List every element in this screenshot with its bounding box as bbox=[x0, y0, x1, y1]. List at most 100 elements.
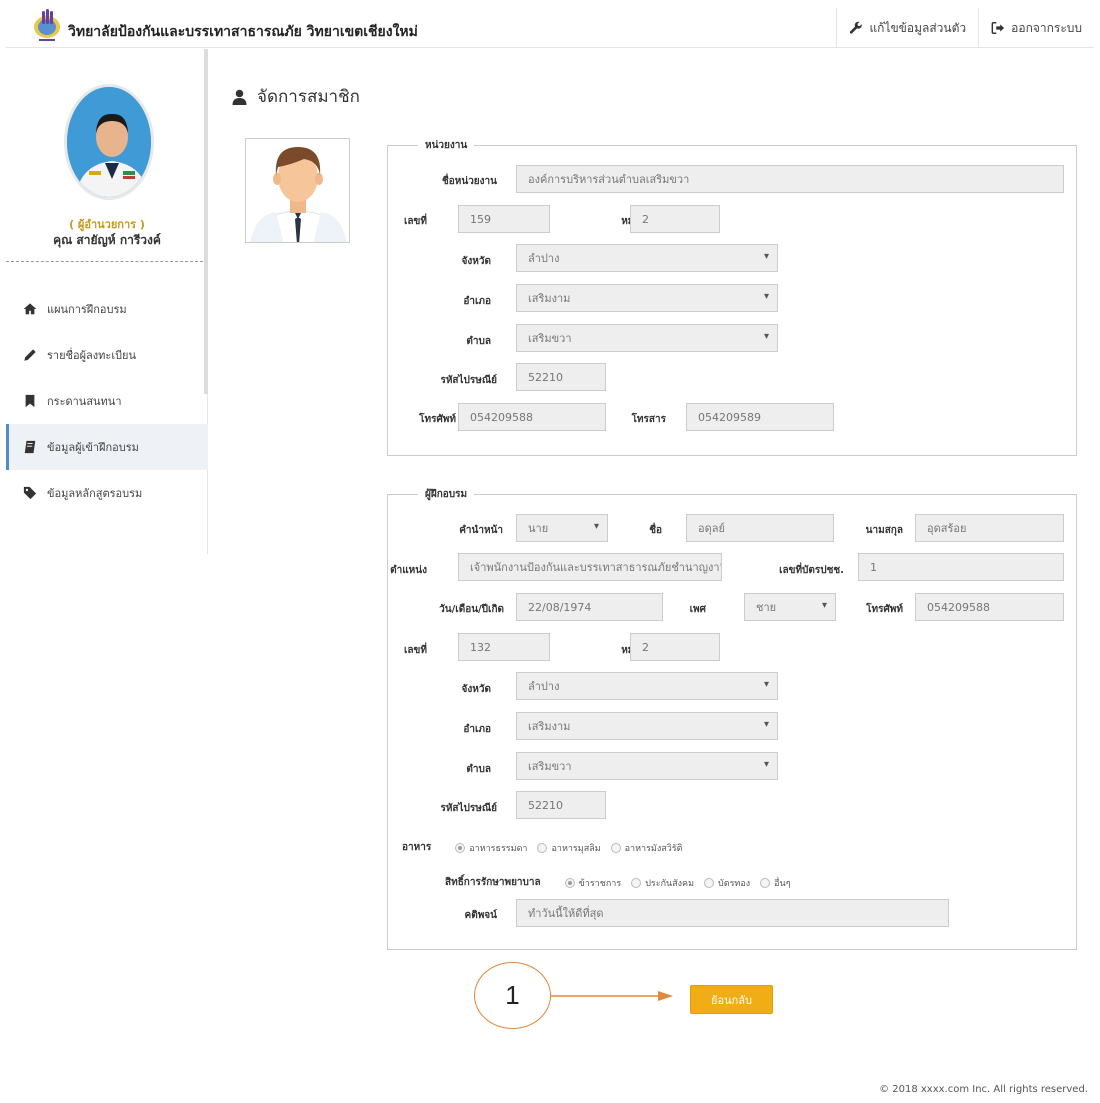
member-photo bbox=[245, 138, 350, 243]
radio-unselected bbox=[760, 877, 771, 888]
idcard-field[interactable]: 1 bbox=[858, 553, 1064, 581]
annotation-arrow bbox=[551, 991, 673, 1001]
user-icon bbox=[232, 89, 247, 105]
food-option-regular[interactable]: อาหารธรรมดา bbox=[455, 841, 527, 855]
agency-district-select[interactable]: เสริมงาม bbox=[516, 284, 778, 312]
food-option-vegetarian[interactable]: อาหารมังสวิรัติ bbox=[610, 841, 683, 855]
agency-district-label: อำเภอ bbox=[463, 296, 491, 307]
medical-option-gold-card[interactable]: บัตรทอง bbox=[704, 876, 750, 890]
prefix-select[interactable]: นาย bbox=[516, 514, 608, 542]
sidebar-item-label: ข้อมูลผู้เข้าฝึกอบรม bbox=[47, 441, 139, 454]
top-navbar: วิทยาลัยป้องกันและบรรเทาสาธารณภัย วิทยาเ… bbox=[6, 8, 1094, 48]
agency-fax-label: โทรสาร bbox=[631, 414, 666, 425]
agency-phone-field[interactable]: 054209588 bbox=[458, 403, 606, 431]
footer-copyright: © 2018 xxxx.com Inc. All rights reserved… bbox=[879, 1084, 1088, 1095]
radio-label: อาหารมังสวิรัติ bbox=[624, 843, 683, 854]
user-avatar bbox=[64, 84, 154, 200]
trainee-legend: ผู้ฝึกอบรม bbox=[418, 487, 475, 502]
gender-label: เพศ bbox=[689, 604, 706, 615]
radio-selected bbox=[564, 877, 575, 888]
sidebar-scrollbar[interactable] bbox=[204, 49, 208, 394]
sidebar-item-forum[interactable]: กระดานสนทนา bbox=[6, 378, 208, 424]
sidebar-item-registrants[interactable]: รายชื่อผู้ลงทะเบียน bbox=[6, 332, 208, 378]
agency-house-no-field[interactable]: 159 bbox=[458, 205, 550, 233]
sidebar-item-label: แผนการฝึกอบรม bbox=[47, 303, 127, 316]
trainee-subdistrict-select[interactable]: เสริมขวา bbox=[516, 752, 778, 780]
position-field[interactable]: เจ้าพนักงานป้องกันและบรรเทาสาธารณภัยชำนา… bbox=[458, 553, 722, 581]
home-icon bbox=[23, 303, 37, 315]
dob-label: วัน/เดือน/ปีเกิด bbox=[439, 604, 504, 615]
agency-postcode-field[interactable]: 52210 bbox=[516, 363, 606, 391]
sidebar-item-courses[interactable]: ข้อมูลหลักสูตรอบรม bbox=[6, 470, 208, 516]
prefix-label: คำนำหน้า bbox=[459, 525, 503, 536]
edit-profile-label: แก้ไขข้อมูลส่วนตัว bbox=[869, 20, 967, 35]
position-label: ตำแหน่ง bbox=[390, 565, 427, 576]
tag-icon bbox=[23, 486, 37, 500]
trainee-province-label: จังหวัด bbox=[461, 684, 491, 695]
agency-postcode-label: รหัสไปรษณีย์ bbox=[440, 375, 497, 386]
medical-option-social-security[interactable]: ประกันสังคม bbox=[631, 876, 694, 890]
gender-select[interactable]: ชาย bbox=[744, 593, 836, 621]
agency-moo-field[interactable]: 2 bbox=[630, 205, 720, 233]
trainee-house-no-label: เลขที่ bbox=[404, 645, 427, 656]
site-title: วิทยาลัยป้องกันและบรรเทาสาธารณภัย วิทยาเ… bbox=[68, 24, 418, 40]
food-label: อาหาร bbox=[402, 842, 432, 853]
medical-option-other[interactable]: อื่นๆ bbox=[760, 876, 791, 890]
agency-name-field[interactable]: องค์การบริหารส่วนตำบลเสริมขวา bbox=[516, 165, 1064, 193]
radio-label: อาหารมุสลิม bbox=[551, 843, 601, 854]
food-radio-group: อาหาร อาหารธรรมดา อาหารมุสลิม อาหารมังสว… bbox=[402, 840, 686, 855]
agency-legend: หน่วยงาน bbox=[418, 138, 475, 153]
agency-house-no-label: เลขที่ bbox=[404, 216, 427, 227]
page: วิทยาลัยป้องกันและบรรเทาสาธารณภัย วิทยาเ… bbox=[0, 0, 1100, 1103]
motto-label: คติพจน์ bbox=[464, 910, 497, 921]
agency-phone-label: โทรศัพท์ bbox=[419, 414, 456, 425]
agency-fieldset: หน่วยงาน ชื่อหน่วยงาน องค์การบริหารส่วนต… bbox=[387, 138, 1077, 456]
sidebar: ( ผู้อำนวยการ ) คุณ สายัญห์ การีวงค์ แผน… bbox=[6, 49, 208, 554]
edit-profile-button[interactable]: แก้ไขข้อมูลส่วนตัว bbox=[836, 8, 978, 48]
sidebar-item-label: กระดานสนทนา bbox=[47, 395, 122, 408]
sign-out-icon bbox=[991, 22, 1005, 34]
firstname-label: ชื่อ bbox=[649, 525, 662, 536]
radio-label: ประกันสังคม bbox=[645, 878, 695, 889]
trainee-moo-field[interactable]: 2 bbox=[630, 633, 720, 661]
page-heading: จัดการสมาชิก bbox=[232, 83, 360, 110]
radio-unselected bbox=[704, 877, 715, 888]
trainee-postcode-field[interactable]: 52210 bbox=[516, 791, 606, 819]
agency-province-label: จังหวัด bbox=[461, 256, 491, 267]
radio-selected bbox=[455, 842, 466, 853]
food-option-muslim[interactable]: อาหารมุสลิม bbox=[537, 841, 601, 855]
book-icon bbox=[24, 440, 36, 454]
bookmark-icon bbox=[25, 394, 35, 408]
trainee-house-no-field[interactable]: 132 bbox=[458, 633, 550, 661]
trainee-phone-label: โทรศัพท์ bbox=[866, 604, 903, 615]
agency-fax-field[interactable]: 054209589 bbox=[686, 403, 834, 431]
radio-unselected bbox=[610, 842, 621, 853]
trainee-subdistrict-label: ตำบล bbox=[466, 764, 491, 775]
firstname-field[interactable]: อดุลย์ bbox=[686, 514, 834, 542]
college-logo[interactable] bbox=[32, 8, 62, 42]
trainee-district-select[interactable]: เสริมงาม bbox=[516, 712, 778, 740]
pencil-icon bbox=[24, 349, 36, 361]
sidebar-item-trainee-info[interactable]: ข้อมูลผู้เข้าฝึกอบรม bbox=[6, 424, 208, 470]
dob-field[interactable]: 22/08/1974 bbox=[516, 593, 663, 621]
medical-option-civil-servant[interactable]: ข้าราชการ bbox=[564, 876, 621, 890]
trainee-phone-field[interactable]: 054209588 bbox=[915, 593, 1064, 621]
agency-subdistrict-select[interactable]: เสริมขวา bbox=[516, 324, 778, 352]
sidebar-item-training-plan[interactable]: แผนการฝึกอบรม bbox=[6, 286, 208, 332]
trainee-fieldset: ผู้ฝึกอบรม คำนำหน้า นาย ชื่อ อดุลย์ นามส… bbox=[387, 487, 1077, 950]
medical-label: สิทธิ์การรักษาพยาบาล bbox=[445, 877, 541, 888]
lastname-field[interactable]: อุดสร้อย bbox=[915, 514, 1064, 542]
radio-label: บัตรทอง bbox=[718, 878, 751, 889]
radio-label: อาหารธรรมดา bbox=[469, 843, 528, 854]
back-button[interactable]: ย้อนกลับ bbox=[690, 985, 773, 1014]
logout-label: ออกจากระบบ bbox=[1011, 20, 1082, 35]
agency-province-select[interactable]: ลำปาง bbox=[516, 244, 778, 272]
motto-field[interactable]: ทำวันนี้ให้ดีที่สุด bbox=[516, 899, 949, 927]
radio-label: อื่นๆ bbox=[774, 878, 791, 889]
logout-button[interactable]: ออกจากระบบ bbox=[978, 8, 1094, 48]
radio-unselected bbox=[537, 842, 548, 853]
radio-unselected bbox=[631, 877, 642, 888]
trainee-province-select[interactable]: ลำปาง bbox=[516, 672, 778, 700]
medical-radio-group: สิทธิ์การรักษาพยาบาล ข้าราชการ ประกันสัง… bbox=[445, 875, 795, 890]
sidebar-item-label: รายชื่อผู้ลงทะเบียน bbox=[47, 349, 137, 362]
